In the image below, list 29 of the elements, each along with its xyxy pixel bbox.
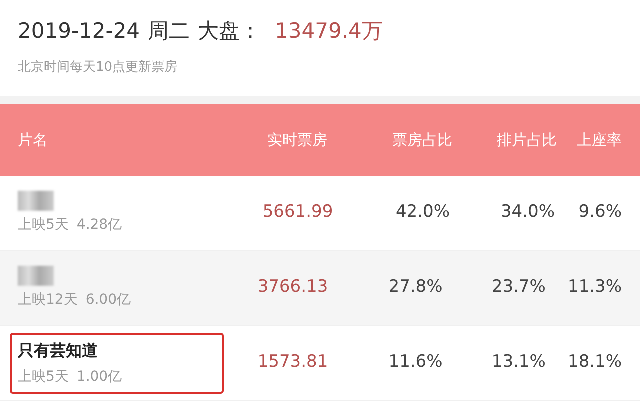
date-text: 2019-12-24 — [18, 18, 140, 45]
total-gross: 1.00亿 — [76, 368, 122, 386]
column-header: 实时票房 — [268, 130, 328, 149]
total-gross: 4.28亿 — [76, 216, 122, 234]
occupancy-value: 9.6% — [578, 202, 622, 222]
occupancy-value: 18.1% — [568, 352, 622, 372]
screening-share-value: 23.7% — [492, 277, 546, 298]
box-office-value: 1573.81 — [258, 352, 328, 372]
release-days: 上映5天 — [18, 214, 69, 236]
box-office-value: 5661.99 — [262, 202, 334, 222]
weekday-text: 周二 — [148, 18, 190, 45]
screening-share-value: 34.0% — [500, 202, 555, 222]
box-office-value: 3766.13 — [258, 277, 328, 298]
total-gross: 6.00亿 — [86, 290, 131, 310]
update-note: 北京时间每天10点更新票房 — [18, 58, 178, 76]
screening-share-value: 13.1% — [492, 352, 546, 372]
column-header: 片名 — [18, 130, 48, 149]
box-share-value: 42.0% — [396, 202, 450, 222]
box-share-value: 27.8% — [388, 277, 443, 298]
market-value: 13479.4万 — [275, 18, 383, 45]
column-header: 上座率 — [577, 130, 622, 149]
column-header: 排片占比 — [497, 130, 558, 149]
market-label: 大盘： — [198, 18, 262, 45]
release-days: 上映5天 — [18, 366, 69, 388]
movie-title: 只有芸知道 — [18, 340, 98, 362]
occupancy-value: 11.3% — [568, 277, 622, 298]
box-share-value: 11.6% — [388, 352, 443, 372]
column-header: 票房占比 — [392, 130, 452, 149]
release-days: 上映12天 — [18, 290, 78, 310]
